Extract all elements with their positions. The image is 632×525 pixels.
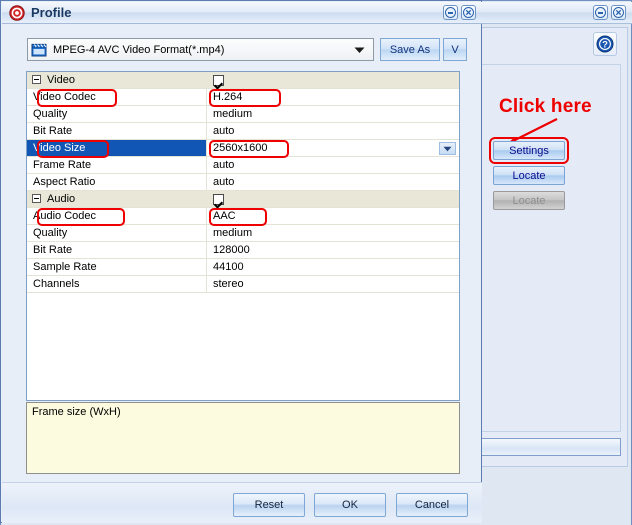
grid-row-value-cell[interactable]: auto <box>207 174 459 190</box>
profile-dialog: Profile MPEG-4 AVC Video Format(*.mp4) S… <box>0 0 482 523</box>
grid-row-name: Sample Rate <box>27 259 207 275</box>
grid-row-name: Quality <box>27 225 207 241</box>
grid-row-name: Quality <box>27 106 207 122</box>
profile-property-grid[interactable]: Video Video Codec H.264 Quality medium Bit Ra… <box>26 71 460 401</box>
help-icon[interactable]: ? <box>593 32 617 56</box>
grid-row-value-cell[interactable]: 2560x1600 <box>207 140 459 156</box>
grid-row-label: Quality <box>33 227 68 239</box>
checkbox-checked-icon[interactable] <box>213 74 224 86</box>
svg-text:?: ? <box>602 40 608 51</box>
settings-button-highlight <box>489 137 569 164</box>
dialog-minimize-button[interactable] <box>443 5 458 20</box>
grid-property-row[interactable]: Bit Rate auto <box>27 123 459 140</box>
profile-target-icon <box>9 5 25 21</box>
grid-row-name: Video Size <box>27 140 207 156</box>
locate-button-disabled: Locate <box>493 191 565 210</box>
grid-row-name: Bit Rate <box>27 242 207 258</box>
grid-property-row[interactable]: Sample Rate 44100 <box>27 259 459 276</box>
host-minimize-button[interactable] <box>593 5 608 20</box>
grid-property-row[interactable]: Quality medium <box>27 225 459 242</box>
grid-row-name: Audio <box>27 191 207 207</box>
ok-button[interactable]: OK <box>314 493 386 517</box>
grid-row-value: 2560x1600 <box>213 142 268 154</box>
chevron-down-icon[interactable] <box>348 42 370 57</box>
dialog-footer: Reset OK Cancel <box>2 482 482 523</box>
grid-row-value-cell[interactable]: 128000 <box>207 242 459 258</box>
grid-row-value: AAC <box>213 210 236 222</box>
grid-row-value-cell[interactable]: auto <box>207 123 459 139</box>
grid-row-label: Bit Rate <box>33 125 73 137</box>
dialog-title-bar: Profile <box>2 2 482 24</box>
grid-property-row[interactable]: Video Codec H.264 <box>27 89 459 106</box>
grid-property-row[interactable]: Channels stereo <box>27 276 459 293</box>
row-chevron-down-icon[interactable] <box>439 142 456 155</box>
grid-row-label: Quality <box>33 108 68 120</box>
grid-row-label: Video <box>47 74 75 86</box>
grid-row-value-cell[interactable]: AAC <box>207 208 459 224</box>
clapperboard-icon <box>31 42 47 58</box>
host-window-controls <box>593 5 626 20</box>
screen-root: ? apture. Click here Settings Locate Loc… <box>0 0 632 525</box>
grid-row-value-cell[interactable]: medium <box>207 225 459 241</box>
profile-format-value: MPEG-4 AVC Video Format(*.mp4) <box>53 43 225 56</box>
grid-category-row[interactable]: Video <box>27 72 459 89</box>
grid-row-value-cell[interactable]: medium <box>207 106 459 122</box>
grid-property-row[interactable]: Quality medium <box>27 106 459 123</box>
save-as-button[interactable]: Save As <box>380 38 440 61</box>
reset-button[interactable]: Reset <box>233 493 305 517</box>
locate-button[interactable]: Locate <box>493 166 565 185</box>
grid-row-value-cell[interactable]: stereo <box>207 276 459 292</box>
dialog-title: Profile <box>31 5 72 20</box>
grid-row-value: auto <box>213 159 235 171</box>
grid-row-name: Frame Rate <box>27 157 207 173</box>
grid-row-value: 128000 <box>213 244 250 256</box>
dialog-close-button[interactable] <box>461 5 476 20</box>
grid-row-value-cell[interactable]: H.264 <box>207 89 459 105</box>
property-description-box: Frame size (WxH) <box>26 402 460 474</box>
cancel-button[interactable]: Cancel <box>396 493 468 517</box>
grid-row-label: Channels <box>33 278 80 290</box>
grid-property-row[interactable]: Frame Rate auto <box>27 157 459 174</box>
grid-row-name: Video Codec <box>27 89 207 105</box>
grid-row-value: medium <box>213 227 253 239</box>
grid-property-row[interactable]: Aspect Ratio auto <box>27 174 459 191</box>
grid-row-label: Aspect Ratio <box>33 176 96 188</box>
grid-row-label: Video Codec <box>33 91 96 103</box>
grid-row-label: Sample Rate <box>33 261 97 273</box>
checkbox-checked-icon[interactable] <box>213 193 224 205</box>
grid-row-name: Bit Rate <box>27 123 207 139</box>
grid-row-value-cell[interactable] <box>207 72 459 88</box>
grid-property-row[interactable]: Audio Codec AAC <box>27 208 459 225</box>
profile-v-button[interactable]: V <box>443 38 467 61</box>
grid-row-value-cell[interactable]: 44100 <box>207 259 459 275</box>
host-close-button[interactable] <box>611 5 626 20</box>
grid-row-name: Video <box>27 72 207 88</box>
collapse-icon[interactable] <box>32 194 41 203</box>
grid-row-name: Aspect Ratio <box>27 174 207 190</box>
profile-format-combobox[interactable]: MPEG-4 AVC Video Format(*.mp4) <box>27 38 374 61</box>
grid-row-value: medium <box>213 108 253 120</box>
grid-row-label: Bit Rate <box>33 244 73 256</box>
grid-row-name: Channels <box>27 276 207 292</box>
grid-row-value: auto <box>213 125 235 137</box>
grid-row-value: stereo <box>213 278 244 290</box>
grid-row-value: auto <box>213 176 235 188</box>
grid-property-row[interactable]: Bit Rate 128000 <box>27 242 459 259</box>
grid-row-value: 44100 <box>213 261 244 273</box>
grid-row-value-cell[interactable] <box>207 191 459 207</box>
dialog-window-controls <box>443 5 476 20</box>
grid-row-name: Audio Codec <box>27 208 207 224</box>
grid-row-label: Video Size <box>33 142 86 154</box>
grid-row-label: Frame Rate <box>33 159 92 171</box>
collapse-icon[interactable] <box>32 75 41 84</box>
grid-row-label: Audio <box>47 193 76 205</box>
grid-row-label: Audio Codec <box>33 210 96 222</box>
grid-property-row[interactable]: Video Size 2560x1600 <box>27 140 459 157</box>
grid-row-value-cell[interactable]: auto <box>207 157 459 173</box>
grid-row-value: H.264 <box>213 91 243 103</box>
grid-category-row[interactable]: Audio <box>27 191 459 208</box>
